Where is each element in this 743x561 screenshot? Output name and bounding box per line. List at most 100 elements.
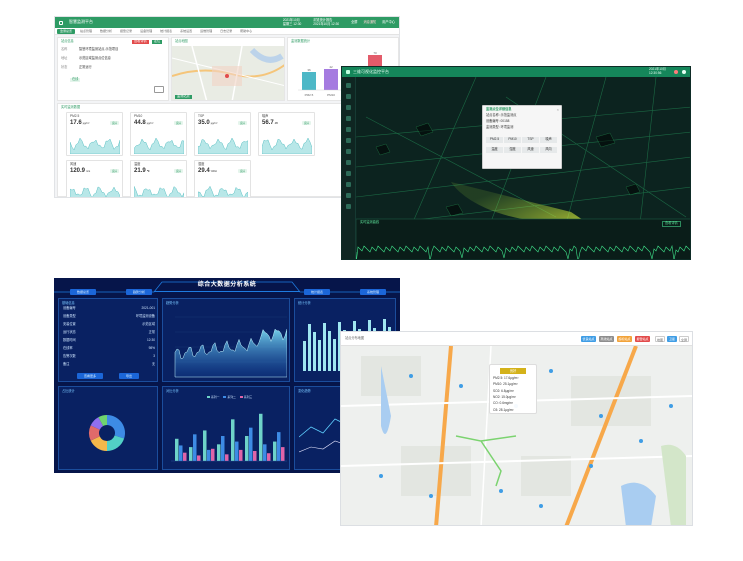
s1-card-value: 29.4 (198, 168, 210, 174)
s1-card-unit: dB (274, 122, 278, 125)
s2-popup-lines: 站点名称: 示范监测点 设备编号: 00158 监测类型: 环境监测 (486, 113, 516, 132)
s2-logo-icon (346, 70, 350, 74)
s1-tab-6[interactable]: 系统设置 (177, 29, 195, 34)
s1-user-button[interactable]: 用户中心 (382, 20, 395, 25)
s4-map-pin[interactable] (639, 439, 643, 443)
s1-metric-card[interactable]: PM2.5 17.6μg/m³ 良好 (66, 112, 123, 156)
s2-sidebar-icon[interactable] (346, 94, 351, 99)
s1-card-sparkline (262, 137, 312, 154)
s1-bar-value: 36 (307, 68, 311, 72)
s4-filter-button-4[interactable]: 地图 (655, 336, 665, 342)
s2-sidebar-icon[interactable] (346, 83, 351, 88)
s4-filter-button-6[interactable]: 全屏 (679, 336, 689, 342)
s1-tab-9[interactable]: 帮助中心 (237, 29, 255, 34)
s3-grouped-bar (217, 444, 221, 461)
s1-tab-0[interactable]: 监测总览 (57, 28, 76, 34)
s1-tab-5[interactable]: 统计报表 (157, 29, 175, 34)
s1-map-canvas[interactable] (172, 46, 285, 101)
s1-tab-2[interactable]: 数据分析 (97, 29, 115, 34)
s3-info-title: 基础信息 (62, 301, 75, 305)
s1-metric-card[interactable]: 湿度 29.4%RH 良好 (194, 160, 251, 197)
s4-filter-button-0[interactable]: 优良站点 (581, 336, 596, 342)
s2-popup-close-icon[interactable]: × (557, 107, 559, 112)
s3-right-bar (313, 332, 316, 371)
s2-sidebar-icon[interactable] (346, 160, 351, 165)
s2-popup-cell: TSP (522, 137, 539, 143)
s4-map-pin[interactable] (429, 494, 433, 498)
s2-header-info: 2021年10月 12:30:56 (648, 67, 666, 75)
s3-top-button-3[interactable]: 系统管理 (360, 289, 386, 295)
s1-tab-7[interactable]: 运维管理 (197, 29, 215, 34)
s3-top-button-1[interactable]: 趋势分析 (126, 289, 152, 295)
s1-fullscreen-button[interactable]: 全屏 (351, 20, 357, 25)
s1-sparkline-area (134, 186, 184, 197)
s4-map-pin[interactable] (539, 504, 543, 508)
s2-sidebar-icon[interactable] (346, 204, 351, 209)
s2-sidebar-icon[interactable] (346, 182, 351, 187)
s3-legend-label: 系列三 (243, 395, 253, 399)
s4-map-pin[interactable] (549, 369, 553, 373)
s2-user-icon[interactable] (682, 70, 686, 74)
s1-metric-card[interactable]: 噪声 56.7dB 良好 (258, 112, 315, 156)
s1-metric-card[interactable]: 温度 21.9℃ 良好 (130, 160, 187, 197)
s4-filter-button-2[interactable]: 超标站点 (617, 336, 632, 342)
s1-tab-8[interactable]: 日志记录 (217, 29, 235, 34)
s4-map-pin[interactable] (409, 374, 413, 378)
s3-top-button-2[interactable]: 统计报表 (304, 289, 330, 295)
s3-grouped-bar (277, 432, 281, 461)
s4-map-pin[interactable] (589, 464, 593, 468)
s3-top-button-0[interactable]: 数据总览 (70, 289, 96, 295)
s4-map-pin[interactable] (379, 474, 383, 478)
s1-site-row: 地址 示范区域监测点位信息 (61, 56, 161, 61)
s4-filter-button-3[interactable]: 报警站点 (635, 336, 650, 342)
s2-chart-detail-button[interactable]: 查看详情 (662, 221, 681, 227)
s3-more-button[interactable]: 查看更多 (77, 373, 103, 379)
s4-map-pin[interactable] (669, 404, 673, 408)
s3-legend-label: 系列一 (211, 395, 220, 399)
s3-export-button[interactable]: 导出 (119, 373, 139, 379)
s1-tab-1[interactable]: 站点管理 (77, 29, 95, 34)
s2-sidebar-icon[interactable] (346, 193, 351, 198)
s1-metric-card[interactable]: PM10 44.8μg/m³ 良好 (130, 112, 187, 156)
s1-site-detail-button[interactable]: 查看详情 (132, 39, 149, 44)
s2-sidebar-icon[interactable] (346, 127, 351, 132)
s1-tab-4[interactable]: 设备管理 (137, 29, 155, 34)
s3-grouped-bar (221, 436, 225, 461)
s1-metric-card[interactable]: TSP 35.0μg/m³ 良好 (194, 112, 251, 156)
s2-sidebar-icon[interactable] (346, 116, 351, 121)
s3-grouped-bar (183, 452, 187, 461)
s1-sparkline-area (262, 137, 312, 154)
s4-map-pin[interactable] (599, 414, 603, 418)
s2-sidebar-icon[interactable] (346, 105, 351, 110)
s4-filter-button-1[interactable]: 离线站点 (599, 336, 614, 342)
s1-metric-card[interactable]: 风速 120.9m/s 良好 (66, 160, 123, 197)
s1-bar (324, 69, 338, 90)
s3-grouped-bar (207, 449, 211, 461)
s2-sidebar-icon[interactable] (346, 138, 351, 143)
s3-grouped-bar-chart (171, 413, 287, 462)
s2-sidebar-icon[interactable] (346, 171, 351, 176)
s4-filter-button-5[interactable]: 卫星 (667, 336, 677, 342)
s1-tab-3[interactable]: 报警记录 (117, 29, 135, 34)
s2-sidebar-icon[interactable] (346, 149, 351, 154)
s4-map-pin[interactable] (499, 489, 503, 493)
s1-map-panel[interactable]: 站点地图 监测站点 (171, 37, 285, 101)
s2-bell-icon[interactable] (674, 70, 678, 74)
s1-notification-button[interactable]: 消息通知 (364, 20, 377, 25)
s3-right-bar (328, 331, 331, 371)
s1-bar-value: 70 (373, 51, 377, 55)
s3-grouped-bar (175, 438, 179, 461)
s3-legend-swatch (207, 396, 210, 398)
s3-bars-title: 对比分析 (166, 389, 179, 393)
s2-info-popup: 监测点位详细信息 × 站点名称: 示范监测点 设备编号: 00158 监测类型: 环… (482, 105, 562, 169)
s3-info-row: 设备类型 环境监测设备 (63, 314, 155, 319)
s1-site-locate-button[interactable]: 定位 (152, 39, 163, 44)
s4-header: 站点分布地图 优良站点 离线站点 超标站点 报警站点 地图 卫星 全屏 (341, 332, 692, 346)
s4-info-line: PM2.5: 17.6μg/m³ (493, 376, 519, 380)
s1-card-value-row: 29.4%RH (198, 168, 217, 174)
s3-info-row: 在线率 98% (63, 346, 155, 351)
s1-header-info-right: 浏览统计报告 2021年10月 12:30 (313, 17, 340, 26)
s2-chart-title: 实时监测曲线 (360, 220, 380, 224)
s4-map-pin[interactable] (459, 384, 463, 388)
s1-sparkline-area (70, 137, 120, 154)
